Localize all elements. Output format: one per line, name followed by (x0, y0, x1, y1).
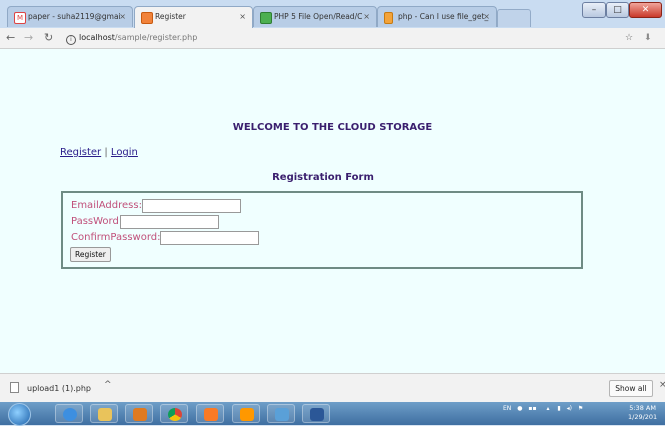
close-icon[interactable]: × (659, 380, 665, 390)
password-label: PassWord: (71, 216, 123, 227)
tab-close-icon[interactable]: × (119, 7, 126, 27)
network-status-icon[interactable]: ▮ (557, 405, 560, 412)
clock-time: 5:38 AM (629, 404, 656, 412)
url-host: localhost (79, 33, 115, 42)
sublime-icon (240, 408, 254, 421)
w3schools-icon (260, 12, 272, 24)
chevron-up-icon[interactable]: ^ (104, 380, 112, 390)
email-label: EmailAddress: (71, 200, 142, 211)
volume-icon[interactable]: ◂) (567, 405, 572, 412)
page-content: WELCOME TO THE CLOUD STORAGE Register | … (0, 49, 665, 373)
bookmark-star-icon[interactable]: ☆ (625, 30, 633, 46)
tab-label: Register (155, 12, 186, 21)
taskbar-word[interactable] (302, 404, 330, 423)
word-icon (310, 408, 324, 421)
close-window-button[interactable]: ✕ (629, 2, 662, 18)
download-filename: upload1 (1).php (27, 384, 91, 393)
show-hidden-icon[interactable]: ▴ (546, 405, 549, 412)
outlook-icon (133, 408, 147, 421)
taskbar-chrome[interactable] (160, 404, 188, 423)
ie-icon (63, 408, 77, 421)
taskbar-folder[interactable] (90, 404, 118, 423)
download-bar: upload1 (1).php ^ Show all × (0, 373, 665, 403)
tab-php-file[interactable]: PHP 5 File Open/Read/C × (253, 6, 377, 27)
flag-icon[interactable]: ⚑ (578, 405, 583, 412)
auth-links: Register | Login (60, 147, 138, 158)
tab-register[interactable]: Register × (134, 6, 253, 28)
tab-close-icon[interactable]: × (239, 7, 246, 27)
system-tray: EN ● ▪▪ ▴ ▮ ◂) ⚑ (503, 405, 583, 412)
clock[interactable]: 5:38 AM 1/29/201 (628, 404, 657, 422)
stackoverflow-icon (384, 12, 393, 24)
reload-icon[interactable]: ↻ (44, 30, 53, 46)
show-all-button[interactable]: Show all (609, 380, 653, 397)
login-link[interactable]: Login (111, 147, 138, 158)
confirm-password-row: ConfirmPassword: (71, 231, 259, 245)
language-indicator[interactable]: EN (503, 405, 511, 412)
form-title: Registration Form (272, 172, 374, 183)
tab-close-icon[interactable]: × (483, 7, 490, 27)
taskbar-network[interactable] (267, 404, 295, 423)
tab-label: PHP 5 File Open/Read/C (274, 12, 363, 21)
xampp-icon (204, 408, 218, 421)
chrome-icon (168, 408, 182, 421)
new-tab-button[interactable] (497, 9, 531, 27)
tab-stackoverflow[interactable]: php - Can I use file_get_ × (377, 6, 497, 27)
tab-label: paper - suha2119@gmai (28, 12, 121, 21)
tab-close-icon[interactable]: × (363, 7, 370, 27)
address-bar[interactable]: i localhost/sample/register.php (66, 30, 656, 46)
page-icon (141, 12, 153, 24)
maximize-button[interactable]: □ (606, 2, 629, 18)
welcome-heading: WELCOME TO THE CLOUD STORAGE (232, 122, 433, 133)
taskbar-xampp[interactable] (196, 404, 224, 423)
email-row: EmailAddress: (71, 199, 241, 213)
confirm-password-label: ConfirmPassword: (71, 232, 161, 243)
url-path: /sample/register.php (114, 33, 198, 42)
taskbar-sublime[interactable] (232, 404, 260, 423)
network-icon (275, 408, 289, 421)
confirm-password-field[interactable] (160, 231, 259, 245)
register-button[interactable]: Register (70, 247, 111, 262)
register-link[interactable]: Register (60, 147, 101, 158)
start-button[interactable] (8, 403, 31, 426)
gmail-icon: M (14, 12, 26, 24)
forward-arrow-icon[interactable]: → (24, 30, 33, 46)
tab-label: php - Can I use file_get_ (398, 12, 489, 21)
clock-date: 1/29/201 (628, 413, 658, 421)
taskbar-outlook[interactable] (125, 404, 153, 423)
email-field[interactable] (142, 199, 241, 213)
extension-icon[interactable]: ⬇ (644, 30, 652, 46)
link-separator: | (104, 147, 108, 158)
browser-toolbar: ← → ↻ i localhost/sample/register.php ☆ ⬇ (0, 28, 665, 49)
taskbar: EN ● ▪▪ ▴ ▮ ◂) ⚑ 5:38 AM 1/29/201 (0, 402, 665, 426)
taskbar-ie[interactable] (55, 404, 83, 423)
tab-gmail[interactable]: M paper - suha2119@gmai × (7, 6, 133, 27)
registration-form: EmailAddress: PassWord: ConfirmPassword:… (61, 191, 583, 269)
tray-app-icon[interactable]: ▪▪ (528, 405, 536, 412)
file-icon (10, 382, 19, 393)
back-arrow-icon[interactable]: ← (6, 30, 15, 46)
info-icon[interactable]: i (66, 35, 76, 45)
password-field[interactable] (120, 215, 219, 229)
minimize-button[interactable]: – (582, 2, 606, 18)
tab-strip: M paper - suha2119@gmai × Register × PHP… (0, 0, 665, 28)
help-icon[interactable]: ● (517, 405, 522, 412)
password-row: PassWord: (71, 215, 219, 229)
download-item[interactable]: upload1 (1).php (10, 382, 91, 393)
folder-icon (98, 408, 112, 421)
